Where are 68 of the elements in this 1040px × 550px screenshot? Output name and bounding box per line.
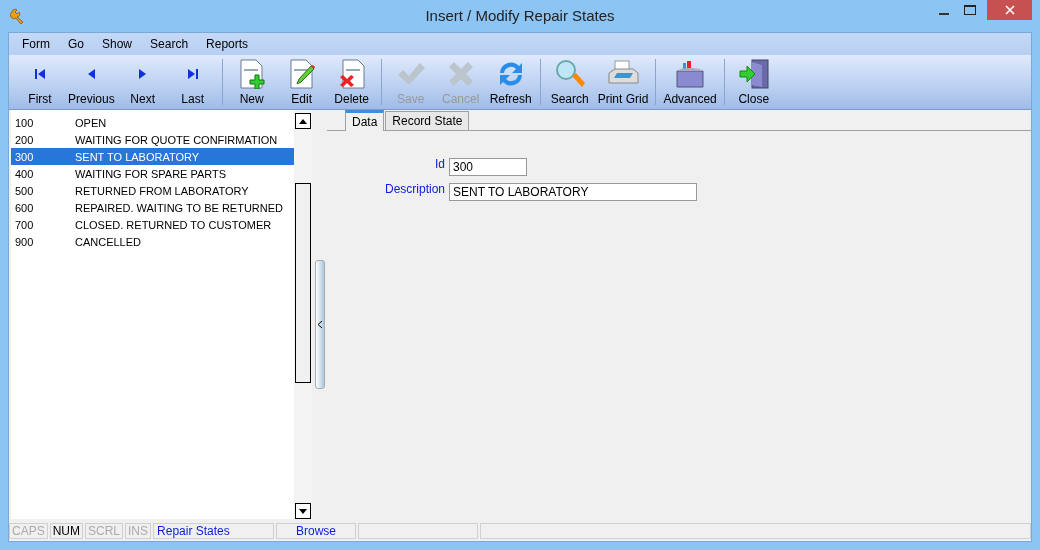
toolbar-button[interactable]: Previous [65,55,118,109]
toolbar-button[interactable]: Refresh [485,55,536,109]
tab[interactable]: Data [345,110,385,131]
input-field[interactable]: 300 [449,158,527,176]
toolbar-button[interactable]: Delete [326,55,377,109]
list-row[interactable]: 400 WAITING FOR SPARE PARTS [11,165,294,182]
splitter-handle[interactable] [315,260,325,389]
toolbox-icon [674,58,707,90]
toolbar-button[interactable]: Advanced [660,55,720,109]
menu-item[interactable]: Form [13,37,59,51]
list-row[interactable]: 600 REPAIRED. WAITING TO BE RETURNED [11,199,294,216]
menu-item[interactable]: Show [93,37,142,51]
id-cell-text: 400 [15,167,35,180]
id-cell-text: 100 [15,116,35,129]
description-cell: CLOSED. RETURNED TO CUSTOMER [75,218,272,231]
field-label: Id [434,157,445,173]
toolbar-button[interactable]: First [15,55,65,109]
list-row[interactable]: 300 SENT TO LABORATORY [11,148,294,165]
list-row[interactable]: 900 CANCELLED [11,233,294,250]
toolbar-button[interactable]: Close [728,55,779,109]
menu-item[interactable]: Search [141,37,198,51]
list-row[interactable]: 100 OPEN [11,114,294,131]
toolbar-button[interactable]: Edit [276,55,327,109]
down-arrow-icon [299,508,307,514]
menu-item[interactable]: Reports [197,37,258,51]
description-cell: RETURNED FROM LABORATORY [75,184,249,197]
list-row[interactable]: 700 CLOSED. RETURNED TO CUSTOMER [11,216,294,233]
new-document-icon [237,58,266,90]
description-cell: CANCELLED [75,235,142,248]
up-arrow-icon [299,118,307,124]
id-cell-text: 500 [15,184,35,197]
list-row[interactable]: 200 WAITING FOR QUOTE CONFIRMATION [11,131,294,148]
id-cell-text: 300 [15,150,35,163]
key-indicator: NUM [49,523,83,539]
toolbar-button[interactable]: Next [117,55,168,109]
minimize-icon [939,13,949,15]
id-cell-text: 700 [15,218,35,231]
wrench-icon [10,8,26,24]
description-cell: SENT TO LABORATORY [75,150,200,163]
maximize-icon [964,5,976,15]
menu-item[interactable]: Go [59,37,93,51]
status-panel: Repair States [153,523,275,539]
input-field[interactable]: SENT TO LABORATORY [449,183,697,201]
description-cell: WAITING FOR SPARE PARTS [75,167,227,180]
description-cell: WAITING FOR QUOTE CONFIRMATION [75,133,278,146]
status-panel: Browse [276,523,357,539]
edit-document-icon [287,58,316,90]
key-indicator: SCRL [85,523,124,539]
toolbar-button[interactable]: Search [544,55,595,109]
window-title: Insert / Modify Repair States [425,7,615,24]
id-cell-text: 200 [15,133,35,146]
key-indicator: INS [125,523,152,539]
toolbar-button[interactable]: New [226,55,277,109]
field-label: Description [383,182,445,198]
tab[interactable]: Record State [385,111,470,130]
scroll-up-button[interactable] [295,113,311,129]
exit-door-icon [737,58,770,90]
close-icon [1004,5,1015,15]
scroll-down-button[interactable] [295,503,311,519]
description-cell: REPAIRED. WAITING TO BE RETURNED [75,201,283,214]
toolbar-button[interactable]: Last [167,55,218,109]
list-row[interactable]: 500 RETURNED FROM LABORATORY [11,182,294,199]
key-indicator: CAPS [9,523,48,539]
id-cell-text: 600 [15,201,35,214]
id-cell-text: 900 [15,235,35,248]
scrollbar-thumb[interactable] [295,183,311,383]
description-cell: OPEN [75,116,107,129]
toolbar-button[interactable]: Print Grid [594,55,652,109]
